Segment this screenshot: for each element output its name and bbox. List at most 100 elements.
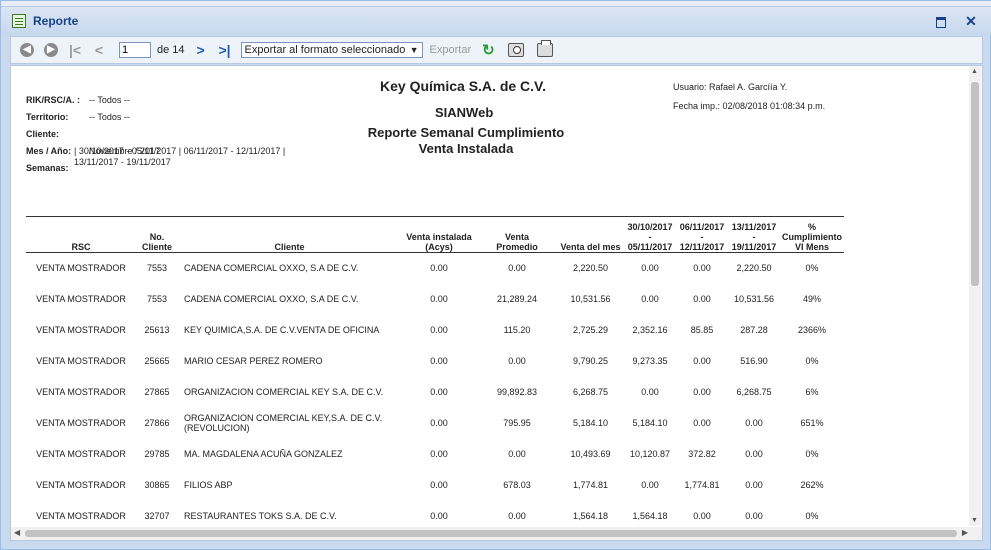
company-name: Key Química S.A. de C.V. (380, 78, 546, 94)
report-page: Key Química S.A. de C.V. SIANWeb Reporte… (11, 66, 971, 526)
cell-venta-mes: 10,531.56 (570, 294, 611, 304)
header-week-3: 13/11/2017 - 19/11/2017 (728, 216, 780, 253)
scroll-up-icon[interactable]: ▲ (971, 68, 978, 75)
report-toolbar: ◀ ▶ |< < de 14 > >| Exportar al formato … (10, 36, 983, 64)
cell-cumplimiento: 6% (805, 387, 819, 397)
vertical-scroll-thumb[interactable] (971, 82, 979, 286)
cell-cumplimiento: 2366% (797, 325, 827, 335)
cell-no-cliente: 25665 (144, 356, 170, 366)
cell-week-1: 0.00 (641, 480, 659, 490)
table-row: VENTA MOSTRADOR 25613 KEY QUIMICA,S.A. DE … (26, 315, 844, 346)
filter-row: Territorio: -- Todos -- (26, 112, 160, 129)
refresh-icon[interactable]: ↻ (482, 41, 495, 59)
table-header-row: RSC No. Cliente Cliente Venta instalada … (26, 216, 844, 253)
cell-week-3: 0.00 (745, 418, 763, 428)
table-row: VENTA MOSTRADOR 27865 ORGANIZACION COMERCI… (26, 377, 844, 408)
export-link[interactable]: Exportar (430, 44, 472, 56)
forward-button[interactable]: ▶ (43, 42, 59, 58)
cell-cliente: ORGANIZACION COMERCIAL KEY,S.A. DE C.V. … (184, 413, 383, 433)
cell-venta-promedio: 0.00 (508, 449, 526, 459)
cell-cliente: FILIOS ABP (184, 480, 233, 490)
filter-label: Territorio: (26, 112, 69, 122)
cell-rsc: VENTA MOSTRADOR (36, 356, 126, 366)
header-venta-promedio: Venta Promedio (477, 216, 557, 253)
cell-week-1: 0.00 (641, 294, 659, 304)
header-cliente: Cliente (178, 216, 401, 253)
table-row: VENTA MOSTRADOR 30865 FILIOS ABP 0.00 678.03… (26, 470, 844, 501)
cell-cliente: MARIO CESAR PEREZ ROMERO (184, 356, 323, 366)
previous-page-icon[interactable]: < (91, 42, 107, 58)
filter-label: RIK/RSC/A. : (26, 95, 80, 105)
last-page-icon[interactable]: >| (217, 42, 233, 58)
report-title: Reporte Semanal Cumplimiento Venta Insta… (357, 125, 575, 157)
print-date: Fecha imp.: 02/08/2018 01:08:34 p.m. (673, 101, 826, 111)
window-titlebar[interactable]: Reporte ✕ (1, 7, 991, 35)
header-week-1: 30/10/2017 - 05/11/2017 (624, 216, 676, 253)
cell-cumplimiento: 0% (805, 449, 819, 459)
cell-venta-instalada: 0.00 (430, 449, 448, 459)
report-viewport: Key Química S.A. de C.V. SIANWeb Reporte… (10, 65, 983, 541)
cell-venta-promedio: 0.00 (508, 356, 526, 366)
cell-cumplimiento: 651% (800, 418, 824, 428)
vertical-scrollbar[interactable]: ▲ ▼ (969, 66, 981, 526)
cell-venta-promedio: 99,892.83 (496, 387, 538, 397)
header-rsc: RSC (26, 216, 136, 253)
close-button[interactable]: ✕ (964, 14, 978, 28)
horizontal-scroll-thumb[interactable] (25, 530, 957, 537)
cell-rsc: VENTA MOSTRADOR (36, 387, 126, 397)
cell-no-cliente: 7553 (146, 294, 168, 304)
cell-week-2: 0.00 (693, 356, 711, 366)
cell-no-cliente: 30865 (144, 480, 170, 490)
cell-venta-instalada: 0.00 (430, 294, 448, 304)
maximize-button[interactable] (934, 14, 948, 28)
filter-label: Cliente: (26, 129, 60, 139)
filter-value: -- Todos -- (89, 112, 130, 122)
export-format-select[interactable]: Exportar al formato seleccionado ▼ (240, 42, 423, 58)
cell-venta-instalada: 0.00 (430, 480, 448, 490)
cell-venta-mes: 9,790.25 (572, 356, 609, 366)
cell-week-1: 5,184.10 (632, 418, 668, 428)
cell-week-2: 0.00 (693, 387, 711, 397)
cell-week-1: 9,273.35 (632, 356, 668, 366)
cell-venta-instalada: 0.00 (430, 356, 448, 366)
cell-week-1: 2,352.16 (632, 325, 668, 335)
cell-cumplimiento: 49% (802, 294, 821, 304)
cell-week-2: 372.82 (688, 449, 716, 459)
cell-cumplimiento: 0% (805, 356, 819, 366)
cell-no-cliente: 25613 (144, 325, 170, 335)
horizontal-scrollbar[interactable]: ◀ ▶ (11, 527, 982, 540)
cell-week-1: 10,120.87 (629, 449, 671, 459)
print-icon[interactable] (536, 40, 553, 57)
header-venta-instalada: Venta instalada (Acys) (401, 216, 477, 253)
cell-rsc: VENTA MOSTRADOR (36, 480, 126, 490)
document-properties-icon[interactable] (507, 43, 524, 57)
cell-week-2: 0.00 (693, 263, 711, 274)
export-format-value: Exportar al formato seleccionado (244, 44, 406, 56)
report-icon (12, 14, 26, 28)
scroll-down-icon[interactable]: ▼ (971, 517, 978, 524)
cell-venta-mes: 6,268.75 (572, 387, 609, 397)
page-number-input[interactable] (119, 42, 151, 58)
page-count: de 14 (157, 44, 185, 56)
cell-no-cliente: 29785 (144, 449, 170, 459)
scroll-right-icon[interactable]: ▶ (962, 528, 968, 537)
filter-row: Cliente: (26, 129, 160, 146)
cell-week-3: 287.28 (740, 325, 768, 335)
back-button[interactable]: ◀ (19, 42, 35, 58)
first-page-icon[interactable]: |< (67, 42, 83, 58)
table-row: VENTA MOSTRADOR 7553 CADENA COMERCIAL OXXO… (26, 253, 844, 284)
report-window: Reporte ✕ ◀ ▶ |< < de 14 > >| Exportar a… (0, 0, 991, 550)
cell-week-1: 0.00 (641, 263, 659, 274)
back-icon: ◀ (20, 43, 34, 57)
cell-venta-instalada: 0.00 (430, 418, 448, 428)
filter-value: -- Todos -- (89, 95, 130, 105)
report-title-line1: Reporte Semanal Cumplimiento (367, 125, 565, 140)
table-row: VENTA MOSTRADOR 7553 CADENA COMERCIAL OXXO… (26, 284, 844, 315)
scroll-left-icon[interactable]: ◀ (14, 528, 20, 537)
header-cumplimiento: % Cumplimiento VI Mens (780, 216, 844, 253)
next-page-icon[interactable]: > (193, 42, 209, 58)
forward-icon: ▶ (44, 43, 58, 57)
header-venta-mes: Venta del mes (557, 216, 624, 253)
cell-week-2: 0.00 (693, 418, 711, 428)
cell-rsc: VENTA MOSTRADOR (36, 449, 126, 459)
